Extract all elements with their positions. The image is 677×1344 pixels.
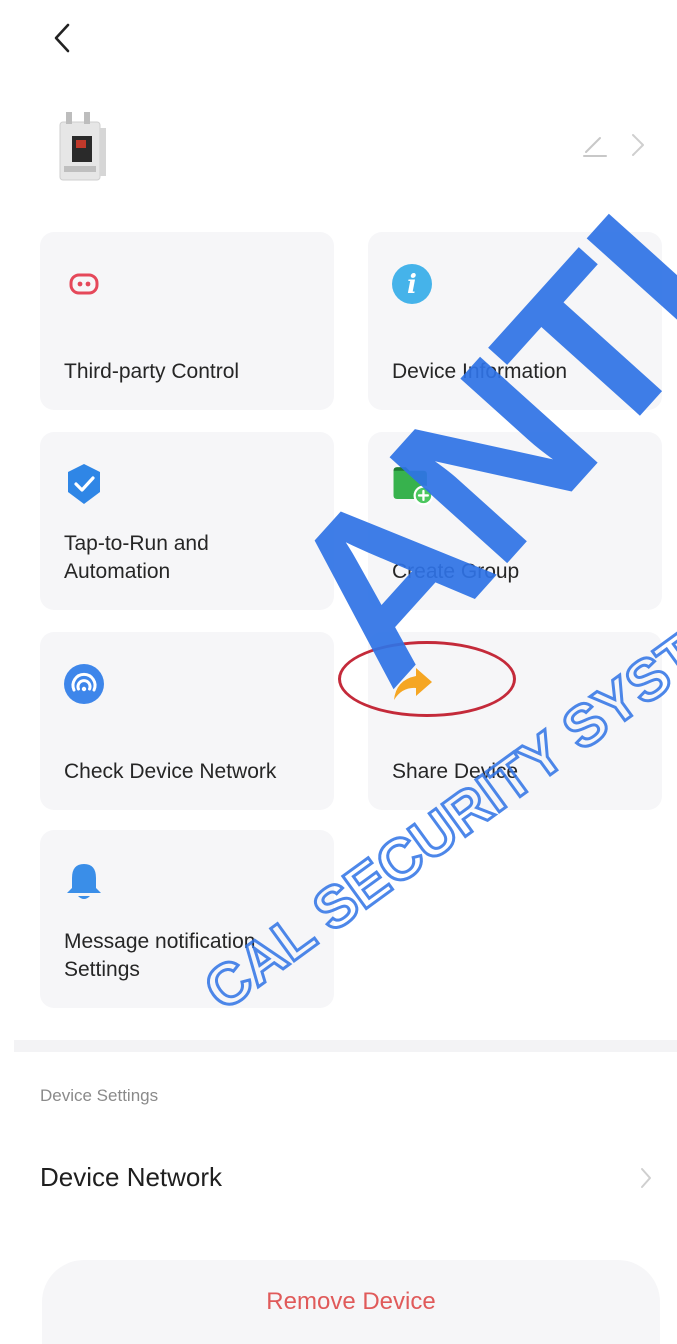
section-divider <box>14 1040 677 1052</box>
third-party-control-card[interactable]: Third-party Control <box>40 232 334 410</box>
share-device-card[interactable]: Share Device <box>368 632 662 810</box>
card-label: Message notification Settings <box>64 930 256 981</box>
card-label: Device Information <box>392 360 568 383</box>
message-notification-settings-card[interactable]: Message notification Settings <box>40 830 334 1008</box>
tap-to-run-card[interactable]: Tap-to-Run and Automation <box>40 432 334 610</box>
chevron-left-icon <box>54 23 70 53</box>
check-device-network-card[interactable]: Check Device Network <box>40 632 334 810</box>
chevron-right-icon <box>641 1168 651 1188</box>
device-network-label: Device Network <box>40 1162 223 1192</box>
chevron-right-icon <box>632 134 644 156</box>
back-button[interactable] <box>42 18 82 58</box>
section-title: Device Settings <box>40 1086 159 1105</box>
remove-device-button[interactable]: Remove Device <box>42 1260 660 1344</box>
svg-text:i: i <box>407 270 417 300</box>
check-shield-icon <box>62 462 106 506</box>
card-label: Tap-to-Run and Automation <box>64 532 209 583</box>
device-header[interactable] <box>40 100 660 190</box>
network-icon <box>62 662 106 706</box>
pencil-icon[interactable] <box>580 130 610 160</box>
create-group-card[interactable]: Create Group <box>368 432 662 610</box>
card-label: Check Device Network <box>64 760 277 783</box>
card-label: Create Group <box>392 560 520 583</box>
link-icon <box>62 262 106 306</box>
folder-add-icon <box>390 462 434 506</box>
card-label: Share Device <box>392 760 519 783</box>
bell-icon <box>62 860 106 904</box>
card-label: Third-party Control <box>64 360 240 383</box>
device-network-row[interactable]: Device Network <box>40 1146 660 1210</box>
share-arrow-icon <box>390 662 434 706</box>
info-icon: i <box>390 262 434 306</box>
device-thumbnail <box>59 112 106 181</box>
device-information-card[interactable]: i Device Information <box>368 232 662 410</box>
